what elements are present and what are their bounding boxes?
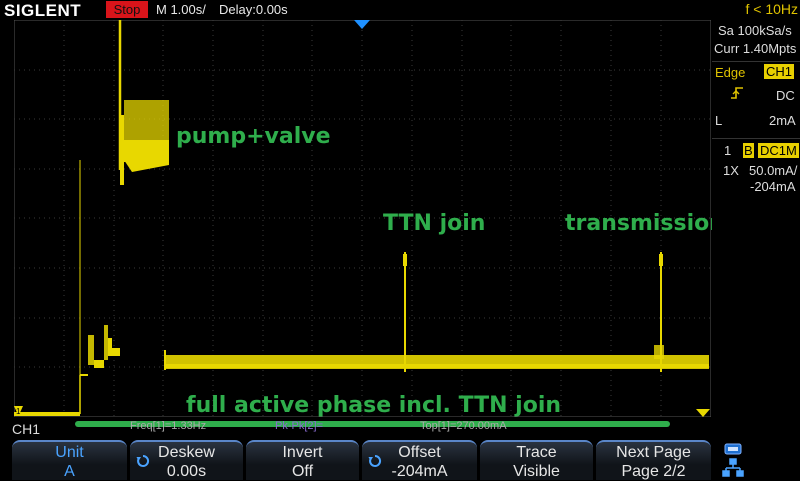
info-panel: Sa 100kSa/s Curr 1.40Mpts Edge CH1 DC L … xyxy=(712,20,800,420)
channel-number: 1 xyxy=(724,143,732,158)
softkey-trace-value: Visible xyxy=(513,463,560,480)
memory-depth: Curr 1.40Mpts xyxy=(714,41,797,56)
softkey-unit-title: Unit xyxy=(55,444,84,461)
brand-logo: SIGLENT xyxy=(4,1,82,20)
softkey-next-page-value: Page 2/2 xyxy=(621,463,686,480)
timebase-readout[interactable]: M 1.00s/ xyxy=(156,2,206,17)
measurement-freq: Freq[1]=1.33Hz xyxy=(130,420,207,432)
rising-edge-icon xyxy=(730,86,744,103)
probe-attenuation: 1X xyxy=(723,163,739,178)
trigger-frequency-readout: f < 10Hz xyxy=(745,1,798,17)
softkey-invert-value: Off xyxy=(291,463,314,480)
annotation-ttn-join: TTN join xyxy=(383,211,486,236)
rotate-knob-icon xyxy=(136,454,150,467)
trigger-coupling[interactable]: DC xyxy=(776,88,795,103)
softkey-invert[interactable]: Invert Off xyxy=(246,440,359,480)
top-status-bar: SIGLENT Stop M 1.00s/ Delay:0.00s f < 10… xyxy=(0,0,800,20)
trigger-level-label: L xyxy=(715,113,723,128)
annotation-full-phase: full active phase incl. TTN join xyxy=(186,393,562,418)
sample-rate: Sa 100kSa/s xyxy=(718,23,792,38)
network-icon xyxy=(722,458,744,477)
softkey-unit[interactable]: Unit A xyxy=(12,440,127,480)
measurement-pkpk: Pk-Pk[2]= xyxy=(275,420,323,432)
channel-coupling[interactable]: DC1M xyxy=(758,143,799,158)
bandwidth-limit-badge: B xyxy=(743,143,754,158)
measurement-top: Top[1]=270.00mA xyxy=(420,420,507,432)
softkey-next-page-title: Next Page xyxy=(616,444,691,461)
annotation-pump-valve: pump+valve xyxy=(176,124,331,149)
channel-label: CH1 xyxy=(12,421,41,437)
softkey-deskew[interactable]: Deskew 0.00s xyxy=(130,440,243,480)
svg-text:1: 1 xyxy=(16,407,21,416)
trigger-level[interactable]: 2mA xyxy=(769,113,796,128)
trigger-source[interactable]: CH1 xyxy=(764,64,795,79)
softkey-trace[interactable]: Trace Visible xyxy=(480,440,593,480)
delay-readout[interactable]: Delay:0.00s xyxy=(219,2,288,17)
annotation-transmission: transmission xyxy=(565,211,725,236)
trigger-type[interactable]: Edge xyxy=(715,65,745,80)
softkey-unit-value: A xyxy=(64,463,75,480)
status-icons xyxy=(722,443,744,477)
usb-device-icon xyxy=(724,443,742,455)
run-stop-badge[interactable]: Stop xyxy=(106,1,148,18)
rotate-knob-icon xyxy=(368,454,382,467)
vertical-offset[interactable]: -204mA xyxy=(750,179,796,194)
softkey-trace-title: Trace xyxy=(516,444,557,461)
softkey-offset[interactable]: Offset -204mA xyxy=(362,440,477,480)
softkey-next-page[interactable]: Next Page Page 2/2 xyxy=(596,440,711,480)
softkey-invert-title: Invert xyxy=(282,444,323,461)
vertical-scale[interactable]: 50.0mA/ xyxy=(749,163,797,178)
